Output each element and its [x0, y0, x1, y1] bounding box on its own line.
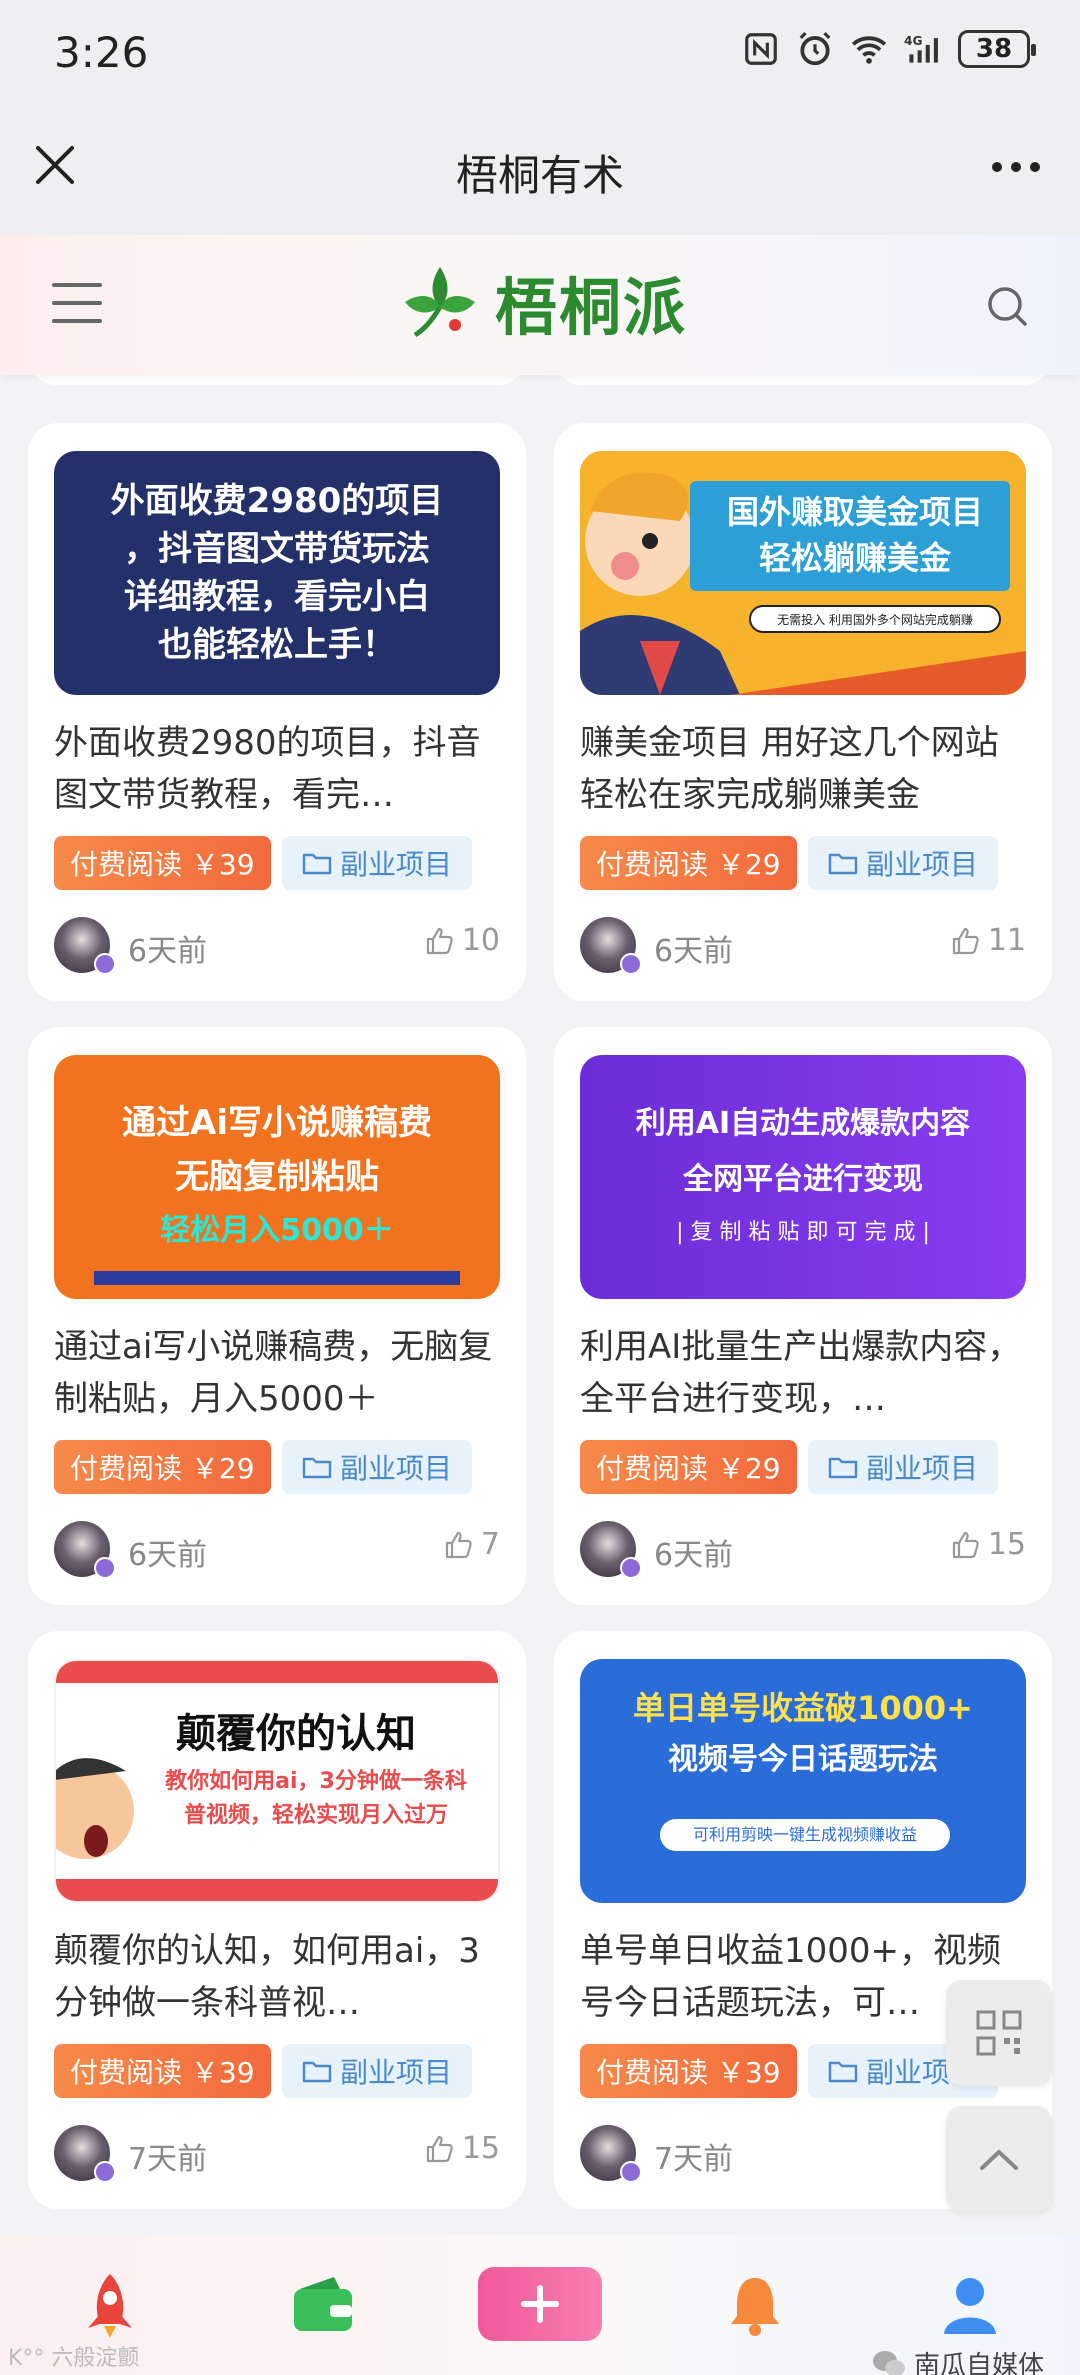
watermark-right: 南瓜自媒体	[872, 2345, 1044, 2375]
category-tag[interactable]: 副业项目	[808, 836, 998, 890]
price-tag: 付费阅读 ￥39	[54, 836, 271, 890]
cartoon-face-illustration	[56, 1758, 134, 1859]
post-time: 6天前	[654, 1538, 734, 1573]
article-thumbnail: 国外赚取美金项目 轻松躺赚美金 无需投入 利用国外多个网站完成躺赚	[580, 451, 1026, 695]
qr-code-icon	[976, 2010, 1022, 2056]
folder-icon	[828, 2061, 858, 2083]
svg-text:4G: 4G	[904, 34, 923, 48]
article-card[interactable]: 外面收费2980的项目 ，抖音图文带货玩法 详细教程，看完小白 也能轻松上手！ …	[28, 423, 526, 1001]
signal-4g-icon: 4G	[904, 34, 938, 63]
thumbs-up-icon	[426, 2135, 453, 2162]
article-grid: 外面收费2980的项目 ，抖音图文带货玩法 详细教程，看完小白 也能轻松上手！ …	[0, 375, 1080, 2235]
nfc-icon	[745, 33, 777, 65]
category-tag[interactable]: 副业项目	[282, 2044, 472, 2098]
price-tag: 付费阅读 ￥39	[54, 2044, 271, 2098]
watermark-left: K°° 六般淀颤	[8, 2346, 140, 2371]
category-tag[interactable]: 副业项目	[282, 836, 472, 890]
like-button[interactable]: 15	[950, 1527, 1026, 1562]
nav-profile[interactable]	[930, 2265, 1010, 2345]
price-tag: 付费阅读 ￥29	[54, 1440, 271, 1494]
verified-badge-icon	[620, 2161, 642, 2183]
like-button[interactable]: 10	[424, 923, 500, 958]
menu-icon[interactable]	[52, 283, 102, 323]
leaf-logo-icon	[405, 267, 475, 338]
status-time: 3:26	[54, 28, 149, 77]
like-button[interactable]: 11	[950, 923, 1026, 958]
title-bar: 梧桐有术	[0, 110, 1080, 235]
article-thumbnail: 单日单号收益破1000+ 视频号今日话题玩法 可利用剪映一键生成视频赚收益	[580, 1659, 1026, 1903]
wechat-icon	[872, 2350, 905, 2375]
logo-text: 梧桐派	[495, 271, 688, 344]
status-bar: 3:26 4G 38	[0, 0, 1080, 110]
status-icons: 4G 38	[742, 30, 1036, 68]
folder-icon	[828, 1457, 858, 1479]
wifi-icon	[851, 36, 887, 64]
search-icon[interactable]	[984, 283, 1030, 329]
post-time: 7天前	[654, 2142, 734, 2177]
article-card[interactable]: 利用AI自动生成爆款内容 全网平台进行变现 | 复 制 粘 贴 即 可 完 成 …	[554, 1027, 1052, 1605]
card-stub	[554, 375, 1052, 385]
page-title: 梧桐有术	[455, 151, 624, 200]
article-thumbnail: 通过Ai写小说赚稿费 无脑复制粘贴 轻松月入5000＋	[54, 1055, 500, 1299]
nav-home[interactable]	[70, 2265, 150, 2345]
folder-icon	[828, 853, 858, 875]
price-tag: 付费阅读 ￥39	[580, 2044, 797, 2098]
price-tag: 付费阅读 ￥29	[580, 1440, 797, 1494]
like-button[interactable]: 7	[443, 1527, 500, 1562]
article-card[interactable]: 国外赚取美金项目 轻松躺赚美金 无需投入 利用国外多个网站完成躺赚 赚美金项目 …	[554, 423, 1052, 1001]
article-title: 颠覆你的认知，如何用ai，3分钟做一条科普视…	[54, 1931, 480, 2023]
article-thumbnail: 颠覆你的认知 教你如何用ai，3分钟做一条科 普视频，轻松实现月入过万	[54, 1659, 500, 1903]
category-tag[interactable]: 副业项目	[282, 1440, 472, 1494]
chevron-up-icon	[980, 2150, 1018, 2170]
verified-badge-icon	[620, 1557, 642, 1579]
verified-badge-icon	[620, 953, 642, 975]
nav-notifications[interactable]	[715, 2265, 795, 2345]
publish-button[interactable]	[478, 2267, 602, 2341]
thumbs-up-icon	[445, 1531, 472, 1558]
folder-icon	[302, 853, 332, 875]
category-tag[interactable]: 副业项目	[808, 1440, 998, 1494]
site-header: 梧桐派	[0, 235, 1080, 375]
article-title: 利用AI批量生产出爆款内容，全平台进行变现，…	[580, 1327, 1022, 1419]
article-title: 外面收费2980的项目，抖音图文带货教程，看完…	[54, 723, 481, 815]
verified-badge-icon	[94, 1557, 116, 1579]
thumbs-up-icon	[426, 927, 453, 954]
article-card[interactable]: 颠覆你的认知 教你如何用ai，3分钟做一条科 普视频，轻松实现月入过万 颠覆你的…	[28, 1631, 526, 2209]
like-button[interactable]: 15	[424, 2131, 500, 2166]
alarm-icon	[799, 32, 831, 66]
article-thumbnail: 外面收费2980的项目 ，抖音图文带货玩法 详细教程，看完小白 也能轻松上手！	[54, 451, 500, 695]
user-icon	[944, 2278, 996, 2334]
post-time: 7天前	[128, 2142, 208, 2177]
post-time: 6天前	[128, 1538, 208, 1573]
article-title: 通过ai写小说赚稿费，无脑复制粘贴，月入5000＋	[54, 1327, 493, 1419]
verified-badge-icon	[94, 953, 116, 975]
article-card[interactable]: 通过Ai写小说赚稿费 无脑复制粘贴 轻松月入5000＋ 通过ai写小说赚稿费，无…	[28, 1027, 526, 1605]
card-stub	[28, 375, 526, 385]
rocket-icon	[88, 2274, 132, 2338]
article-thumbnail: 利用AI自动生成爆款内容 全网平台进行变现 | 复 制 粘 贴 即 可 完 成 …	[580, 1055, 1026, 1299]
battery-indicator: 38	[958, 30, 1036, 68]
post-time: 6天前	[128, 934, 208, 969]
nav-wallet[interactable]	[283, 2265, 363, 2345]
post-time: 6天前	[654, 934, 734, 969]
article-title: 赚美金项目 用好这几个网站 轻松在家完成躺赚美金	[580, 723, 999, 815]
qr-code-button[interactable]	[946, 1980, 1052, 2086]
thumbs-up-icon	[952, 1531, 979, 1558]
wallet-icon	[294, 2277, 352, 2331]
back-to-top-button[interactable]	[946, 2106, 1052, 2212]
folder-icon	[302, 1457, 332, 1479]
thumbs-up-icon	[952, 927, 979, 954]
folder-icon	[302, 2061, 332, 2083]
verified-badge-icon	[94, 2161, 116, 2183]
site-logo[interactable]: 梧桐派	[395, 257, 687, 347]
bell-icon	[731, 2278, 779, 2336]
more-options-button[interactable]	[992, 162, 1040, 172]
price-tag: 付费阅读 ￥29	[580, 836, 797, 890]
plus-icon	[521, 2285, 559, 2323]
